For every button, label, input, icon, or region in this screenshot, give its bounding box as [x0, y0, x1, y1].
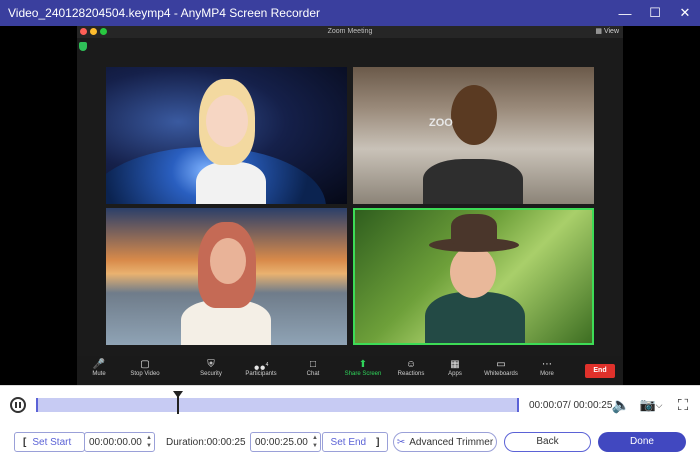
time-readout: 00:00:07/ 00:00:25 [529, 400, 613, 411]
advanced-trimmer-button[interactable]: ✂ Advanced Trimmer [393, 432, 497, 452]
done-button[interactable]: Done [598, 432, 686, 452]
pause-icon-bar [19, 402, 21, 408]
set-start-label: Set Start [32, 436, 72, 448]
minimize-icon[interactable]: — [610, 0, 640, 26]
timeline-track[interactable] [36, 398, 519, 412]
zoom-reactions-button: ☺ Reactions [389, 359, 433, 377]
zoom-more-button: ⋯ More [525, 359, 569, 377]
player-controls: 00:00:07/ 00:00:25 🔈 📷 ⌵ ⛶ [ Set Start 00… [0, 385, 700, 465]
title-bar: Video_240128204504.keymp4 - AnyMP4 Scree… [0, 0, 700, 26]
volume-icon[interactable]: 🔈 [612, 396, 631, 414]
end-time-input[interactable]: 00:00:25.00 ▲ ▼ [250, 432, 321, 452]
start-time-input[interactable]: 00:00:00.00 ▲ ▼ [84, 432, 155, 452]
participant-tile-4 [353, 208, 594, 345]
bracket-left-icon: [ [23, 436, 27, 448]
zoom-mute-button: 🎤 Mute [77, 359, 121, 377]
zoom-stop-video-button: ▢ Stop Video [123, 359, 167, 377]
hat-crown [451, 214, 497, 244]
end-time-value: 00:00:25.00 [255, 436, 308, 448]
duration-label: Duration:00:00:25 [166, 436, 246, 448]
start-time-value: 00:00:00.00 [89, 436, 142, 448]
zoom-title-bar: Zoom Meeting ▦ View [77, 26, 623, 38]
office-sign: ZOO [429, 117, 453, 129]
encryption-shield-icon [79, 42, 87, 51]
zoom-share-screen-button: ⬆ Share Screen [341, 359, 385, 377]
participant-tile-2: ZOO [353, 67, 594, 204]
advanced-trimmer-label: Advanced Trimmer [409, 436, 494, 448]
microphone-icon: 🎤 [92, 359, 106, 370]
zoom-participants-button: ●●4 Participants [239, 359, 283, 377]
zoom-toolbar: 🎤 Mute ▢ Stop Video ⛨ Security ●●4 Participa… [77, 356, 623, 385]
zoom-security-button: ⛨ Security [189, 359, 233, 377]
share-icon: ⬆ [358, 359, 368, 370]
whiteboard-icon: ▭ [496, 359, 506, 370]
zoom-view-toggle: ▦ View [595, 28, 619, 35]
window-title: Video_240128204504.keymp4 - AnyMP4 Scree… [8, 6, 320, 20]
chevron-down-icon[interactable]: ⌵ [656, 400, 663, 411]
more-icon: ⋯ [542, 359, 552, 370]
close-icon[interactable]: ✕ [670, 0, 700, 26]
set-start-button[interactable]: [ Set Start [14, 432, 85, 452]
set-end-label: Set End [330, 436, 367, 448]
zoom-apps-button: ▦ Apps [433, 359, 477, 377]
zoom-meeting-window: Zoom Meeting ▦ View ZOO 🎤 Mute ▢ Stop Vi… [77, 26, 623, 385]
zoom-chat-button: □ Chat [291, 359, 335, 377]
maximize-icon[interactable]: ☐ [640, 0, 670, 26]
trim-row: [ Set Start 00:00:00.00 ▲ ▼ Duration:00:0… [0, 432, 700, 454]
back-button[interactable]: Back [504, 432, 591, 452]
start-time-stepper-icon[interactable]: ▲ ▼ [146, 434, 152, 450]
zoom-whiteboards-button: ▭ Whiteboards [479, 359, 523, 377]
chat-icon: □ [309, 359, 317, 370]
duration-display: Duration:00:00:25 [160, 432, 248, 452]
pause-icon-bar [15, 402, 17, 408]
scissors-icon: ✂ [396, 436, 406, 448]
playhead-marker-icon[interactable] [173, 391, 183, 398]
people-icon: ●●4 [253, 362, 269, 374]
avatar-face [210, 238, 246, 284]
avatar-body [425, 292, 525, 343]
video-preview[interactable]: Zoom Meeting ▦ View ZOO 🎤 Mute ▢ Stop Vi… [0, 26, 700, 385]
camera-icon: ▢ [140, 359, 150, 370]
participant-tile-1 [106, 67, 347, 204]
zoom-meeting-title: Zoom Meeting [327, 28, 373, 35]
smile-icon: ☺ [405, 359, 417, 370]
participant-tile-3 [106, 208, 347, 345]
view-label: View [603, 28, 619, 35]
apps-icon: ▦ [450, 359, 460, 370]
zoom-end-button: End [585, 364, 615, 378]
avatar-body [423, 159, 523, 204]
fullscreen-icon[interactable]: ⛶ [673, 396, 693, 414]
set-end-button[interactable]: Set End ] [322, 432, 388, 452]
shield-icon: ⛨ [207, 359, 215, 370]
end-time-stepper-icon[interactable]: ▲ ▼ [312, 434, 318, 450]
avatar-face [450, 246, 496, 298]
avatar-face [206, 95, 248, 147]
avatar-face [451, 85, 497, 145]
bracket-right-icon: ] [376, 436, 380, 448]
pause-button[interactable] [10, 397, 26, 413]
avatar-body [196, 162, 266, 204]
playhead-line[interactable] [177, 396, 179, 414]
snapshot-camera-icon[interactable]: 📷 ⌵ [638, 396, 664, 414]
